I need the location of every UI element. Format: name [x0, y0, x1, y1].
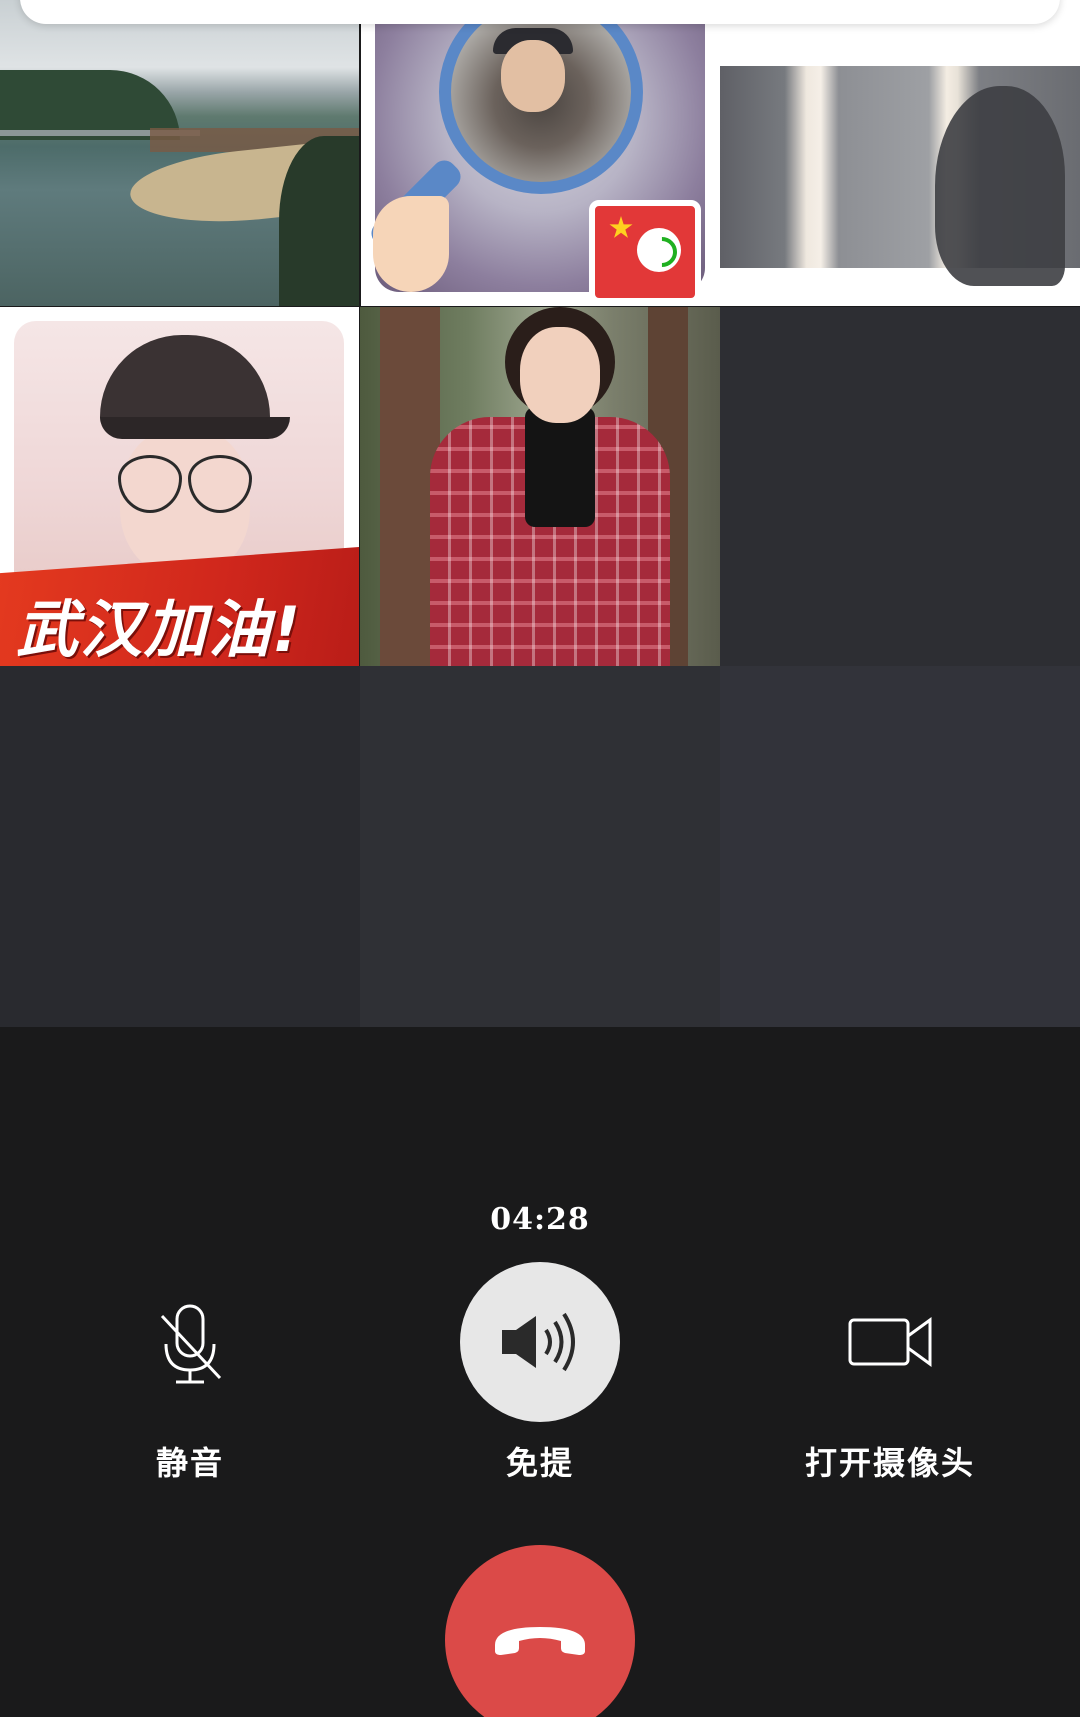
- participant-avatar-1[interactable]: [0, 0, 359, 306]
- participants-grid: 武汉加油!: [0, 0, 1080, 1027]
- mute-label: 静音: [155, 1444, 224, 1482]
- microphone-muted-icon[interactable]: [110, 1262, 270, 1422]
- empty-participant-slot: [720, 666, 1080, 1027]
- speaker-label: 免提: [505, 1444, 574, 1482]
- empty-participant-slot: [360, 666, 720, 1027]
- camera-label: 打开摄像头: [804, 1444, 975, 1482]
- video-camera-icon[interactable]: [810, 1262, 970, 1422]
- top-notification-bar[interactable]: [20, 0, 1060, 24]
- participant-avatar-3[interactable]: [720, 0, 1080, 306]
- empty-participant-slot: [0, 666, 360, 1027]
- speaker-icon[interactable]: [460, 1262, 620, 1422]
- phone-hangup-icon: [495, 1627, 585, 1655]
- participant-avatar-2[interactable]: [361, 0, 720, 306]
- mute-button[interactable]: 静音: [70, 1262, 310, 1482]
- flag-badge-icon: [589, 200, 701, 304]
- call-timer: 04:28: [490, 1202, 590, 1237]
- avatar-banner-text: 武汉加油!: [16, 593, 303, 666]
- participant-avatar-5[interactable]: [360, 307, 720, 666]
- empty-participant-slot: [720, 307, 1080, 666]
- voice-call-screen: 武汉加油! 04:28 静音 免提 打开摄像头: [0, 0, 1080, 1717]
- hangup-button[interactable]: [445, 1545, 635, 1717]
- participant-avatar-4[interactable]: 武汉加油!: [0, 307, 359, 666]
- camera-button[interactable]: 打开摄像头: [770, 1262, 1010, 1482]
- speaker-button[interactable]: 免提: [420, 1262, 660, 1482]
